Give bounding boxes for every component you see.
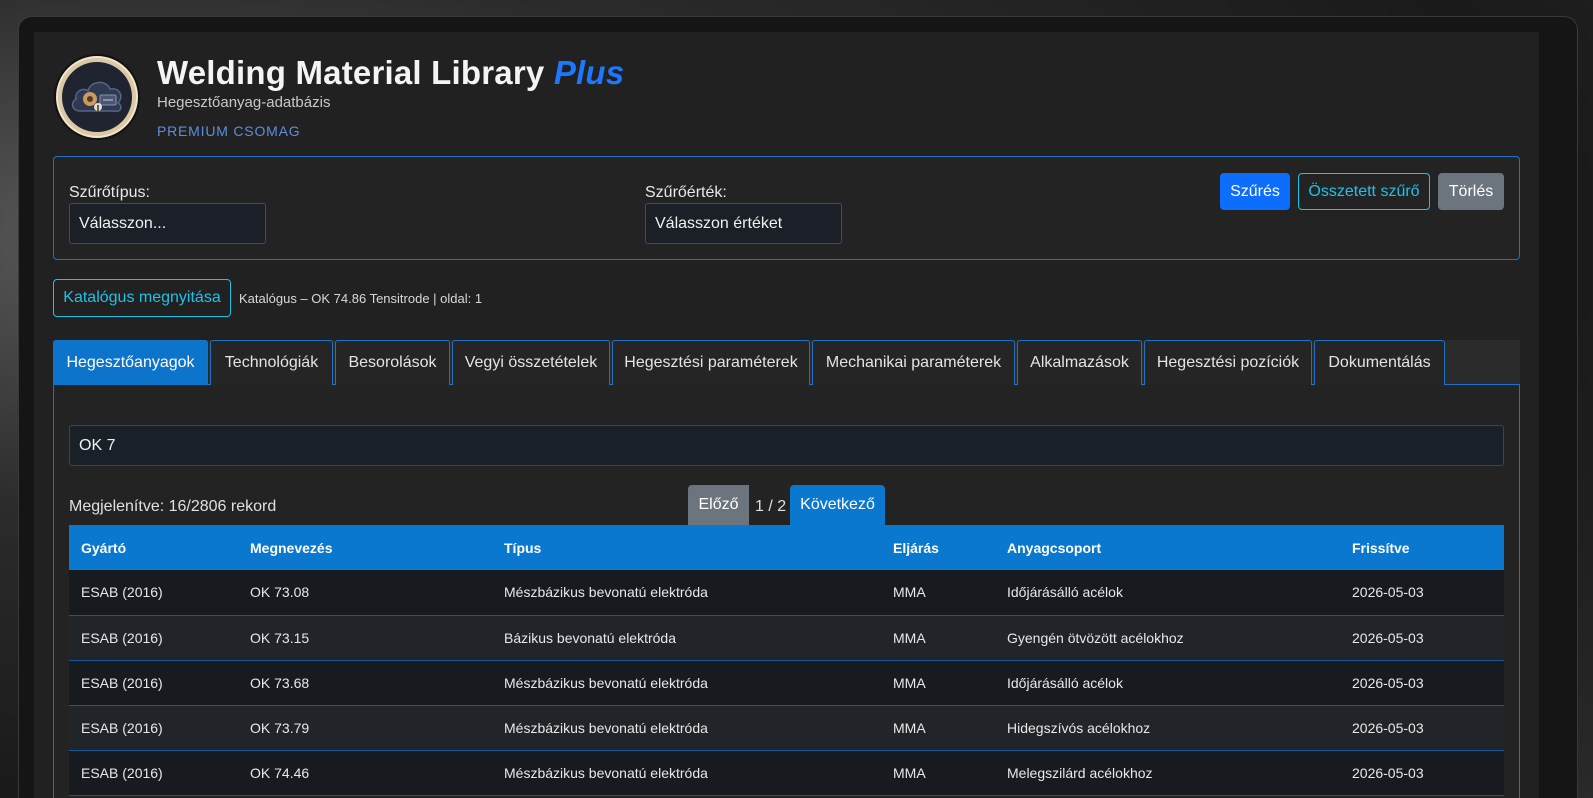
app-title: Welding Material Library Plus <box>157 54 624 92</box>
col-header-manufacturer[interactable]: Gyártó <box>69 525 238 570</box>
cell-type: Mészbázikus bevonatú elektróda <box>504 764 708 781</box>
cell-name: OK 73.15 <box>250 629 310 646</box>
table-row[interactable]: ESAB (2016) OK 73.79 Mészbázikus bevonat… <box>69 705 1504 750</box>
cell-updated: 2026-05-03 <box>1352 584 1424 601</box>
cell-material-group: Időjárásálló acélok <box>1007 584 1123 601</box>
cell-name: OK 73.79 <box>250 719 310 736</box>
tab-classifications[interactable]: Besorolások <box>335 340 450 385</box>
cell-type: Bázikus bevonatú elektróda <box>504 629 676 646</box>
materials-panel: OK 7 Megjelenítve: 16/2806 rekord Előző … <box>53 385 1520 798</box>
cell-material-group: Melegszilárd acélokhoz <box>1007 764 1153 781</box>
cell-process: MMA <box>893 584 926 601</box>
cell-name: OK 73.68 <box>250 674 310 691</box>
filter-button[interactable]: Szűrés <box>1220 173 1290 210</box>
cell-name: OK 74.46 <box>250 764 310 781</box>
cell-material-group: Hidegszívós acélokhoz <box>1007 719 1151 736</box>
title-block: Welding Material Library Plus Hegesztőan… <box>157 54 624 139</box>
filter-value-select[interactable]: Válasszon értéket <box>645 203 842 244</box>
table-header-row: Gyártó Megnevezés Típus Eljárás Anyagcso… <box>69 525 1504 570</box>
tab-welding-parameters[interactable]: Hegesztési paraméterek <box>612 340 810 385</box>
next-page-button[interactable]: Következő <box>790 485 885 525</box>
table-row[interactable]: ESAB (2016) OK 73.15 Bázikus bevonatú el… <box>69 615 1504 660</box>
cell-manufacturer: ESAB (2016) <box>81 629 163 646</box>
catalog-info: Katalógus – OK 74.86 Tensitrode | oldal:… <box>239 291 483 306</box>
filter-value-label: Szűrőérték: <box>645 184 727 201</box>
cell-process: MMA <box>893 629 926 646</box>
col-header-updated[interactable]: Frissítve <box>1340 525 1504 570</box>
cell-updated: 2026-05-03 <box>1352 629 1424 646</box>
app-title-text: Welding Material Library <box>157 54 545 91</box>
record-count: Megjelenítve: 16/2806 rekord <box>69 498 277 515</box>
cell-updated: 2026-05-03 <box>1352 674 1424 691</box>
col-header-name[interactable]: Megnevezés <box>238 525 492 570</box>
cell-manufacturer: ESAB (2016) <box>81 674 163 691</box>
search-input[interactable]: OK 7 <box>69 425 1504 466</box>
tab-technologies[interactable]: Technológiák <box>210 340 333 385</box>
open-catalog-button[interactable]: Katalógus megnyitása <box>53 279 231 317</box>
cell-manufacturer: ESAB (2016) <box>81 764 163 781</box>
cell-type: Mészbázikus bevonatú elektróda <box>504 674 708 691</box>
col-header-process[interactable]: Eljárás <box>881 525 995 570</box>
cell-material-group: Gyengén ötvözött acélokhoz <box>1007 629 1184 646</box>
prev-page-button[interactable]: Előző <box>688 485 749 525</box>
app-logo <box>56 56 138 138</box>
clear-filter-button[interactable]: Törlés <box>1438 173 1504 210</box>
app-title-accent: Plus <box>553 54 625 91</box>
cell-material-group: Időjárásálló acélok <box>1007 674 1123 691</box>
package-label: PREMIUM CSOMAG <box>157 123 301 139</box>
col-header-type[interactable]: Típus <box>492 525 881 570</box>
tab-applications[interactable]: Alkalmazások <box>1017 340 1142 385</box>
cell-updated: 2026-05-03 <box>1352 719 1424 736</box>
page-indicator: 1 / 2 <box>755 498 787 515</box>
cell-type: Mészbázikus bevonatú elektróda <box>504 584 708 601</box>
table-row[interactable]: ESAB (2016) OK 73.68 Mészbázikus bevonat… <box>69 660 1504 705</box>
tab-welding-positions[interactable]: Hegesztési pozíciók <box>1144 340 1312 385</box>
cell-type: Mészbázikus bevonatú elektróda <box>504 719 708 736</box>
col-header-material-group[interactable]: Anyagcsoport <box>995 525 1340 570</box>
tab-mechanical-parameters[interactable]: Mechanikai paraméterek <box>812 340 1015 385</box>
cell-updated: 2026-05-03 <box>1352 764 1424 781</box>
tab-chemical-compositions[interactable]: Vegyi összetételek <box>452 340 610 385</box>
cell-manufacturer: ESAB (2016) <box>81 584 163 601</box>
cell-name: OK 73.08 <box>250 584 310 601</box>
app-container: Welding Material Library Plus Hegesztőan… <box>34 32 1539 798</box>
tab-materials[interactable]: Hegesztőanyagok <box>53 340 208 385</box>
table-row[interactable]: ESAB (2016) OK 73.08 Mészbázikus bevonat… <box>69 570 1504 615</box>
app-subtitle: Hegesztőanyag-adatbázis <box>157 94 331 111</box>
materials-table: Gyártó Megnevezés Típus Eljárás Anyagcso… <box>69 525 1504 796</box>
cell-process: MMA <box>893 674 926 691</box>
cell-manufacturer: ESAB (2016) <box>81 719 163 736</box>
filter-panel: Szűrőtípus: Válasszon... Szűrőérték: Vál… <box>53 156 1520 260</box>
cell-process: MMA <box>893 719 926 736</box>
tab-bar: Hegesztőanyagok Technológiák Besorolások… <box>53 340 1520 385</box>
cell-process: MMA <box>893 764 926 781</box>
table-row[interactable]: ESAB (2016) OK 74.46 Mészbázikus bevonat… <box>69 750 1504 795</box>
tab-documentation[interactable]: Dokumentálás <box>1314 340 1445 385</box>
filter-type-label: Szűrőtípus: <box>69 184 150 201</box>
filter-type-select[interactable]: Válasszon... <box>69 203 266 244</box>
complex-filter-button[interactable]: Összetett szűrő <box>1298 173 1430 210</box>
cloud-database-icon <box>62 62 132 132</box>
